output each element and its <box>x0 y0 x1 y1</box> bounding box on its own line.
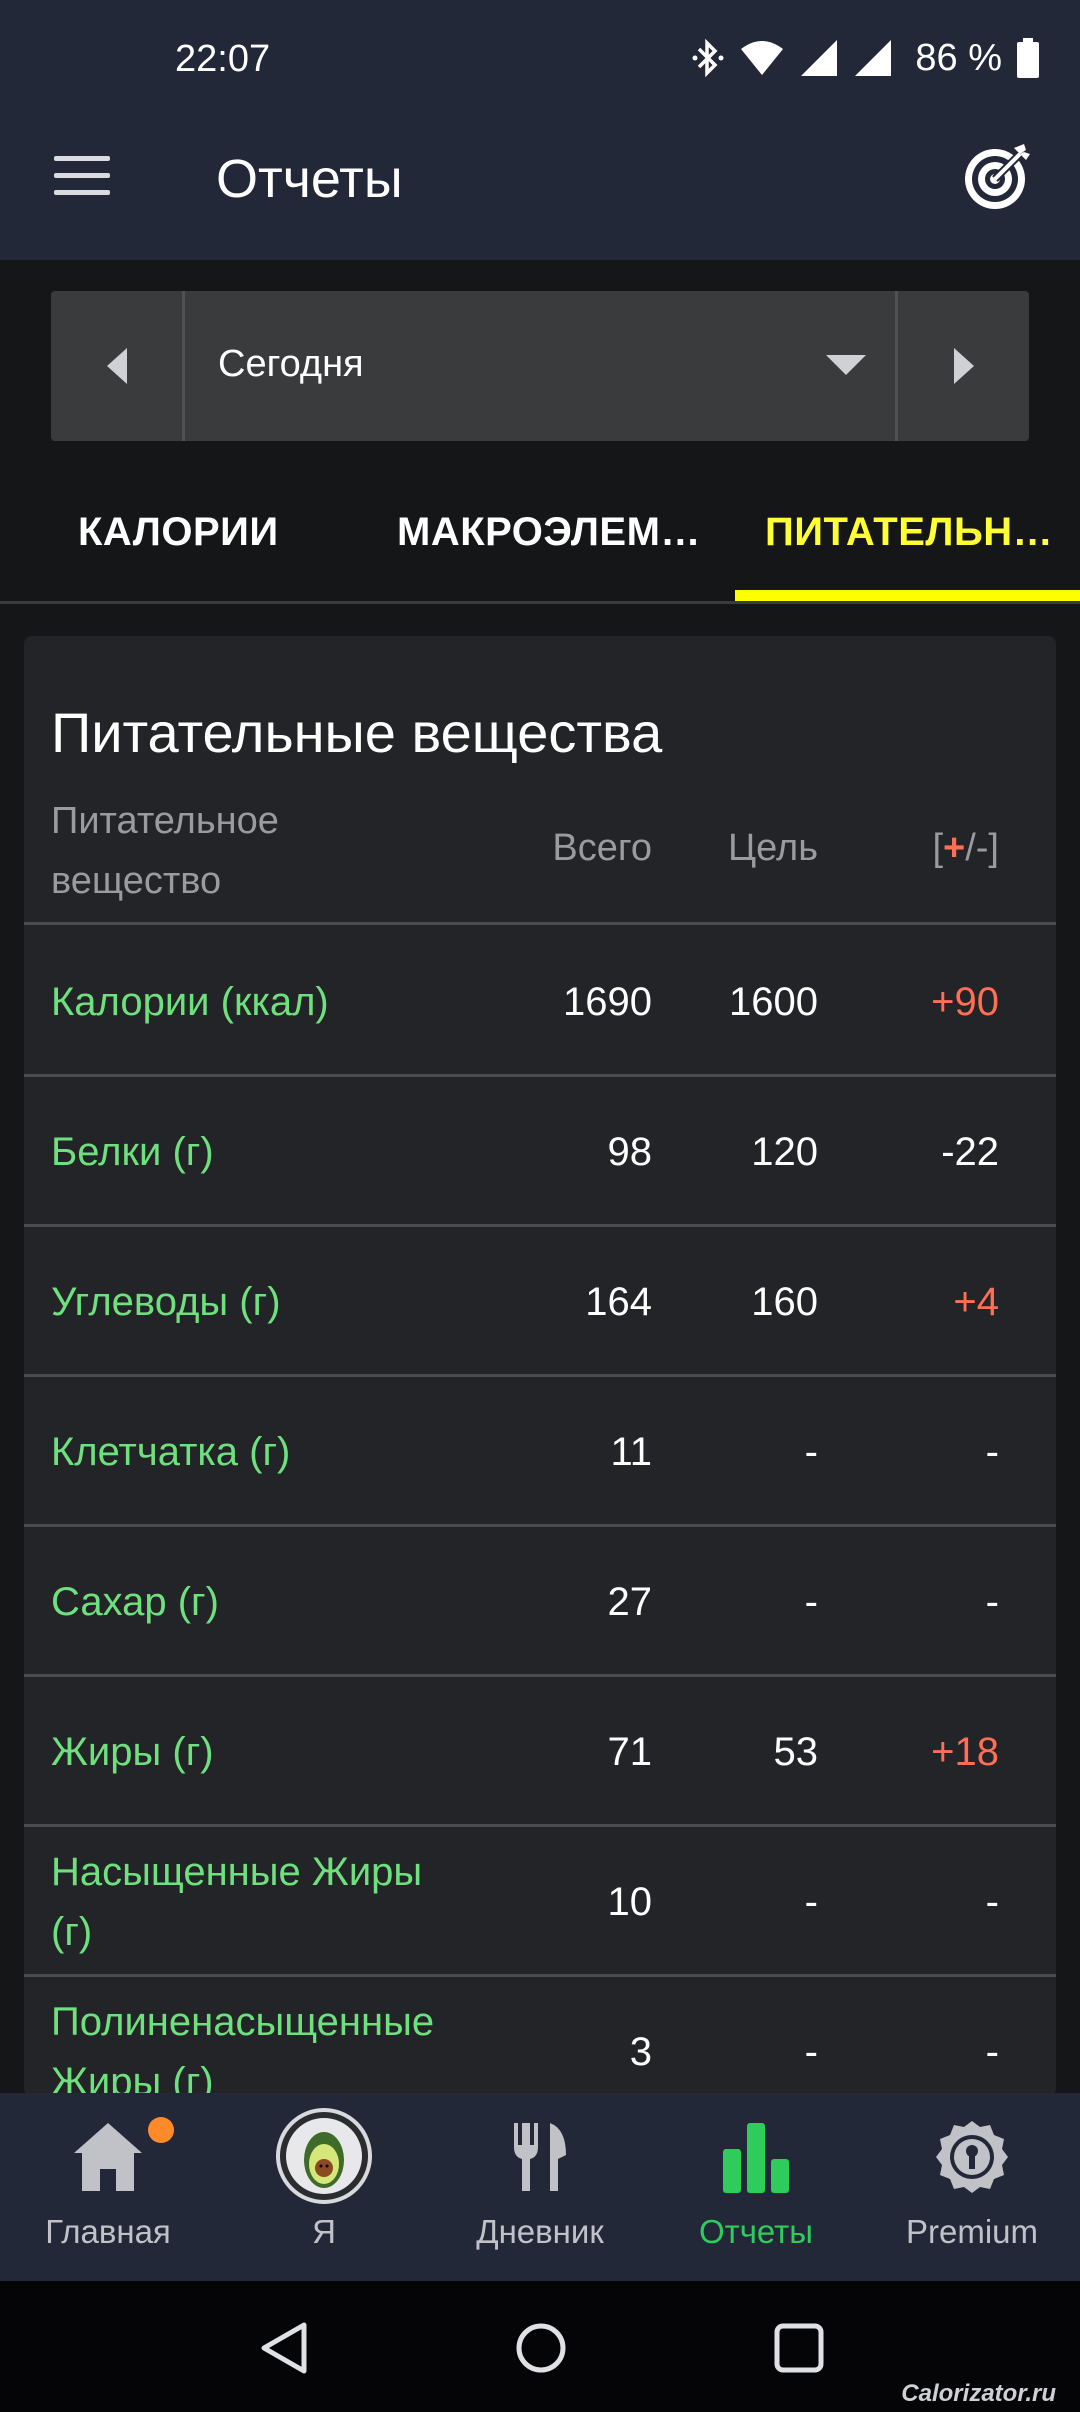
nutrient-name: Клетчатка (г) <box>51 1430 291 1474</box>
status-icons: 86 % <box>691 36 1040 80</box>
nav-item-home[interactable]: Главная <box>0 2093 216 2281</box>
battery-percent: 86 % <box>915 36 1002 79</box>
nutrient-name: Полиненасыщенные Жиры (г) <box>51 2000 435 2096</box>
nutrient-goal: - <box>804 1880 818 1924</box>
chevron-right-icon <box>953 348 974 384</box>
nutrient-goal: - <box>804 1580 818 1624</box>
premium-badge-icon <box>936 2121 1008 2193</box>
nav-label: Я <box>312 2213 336 2250</box>
nutrients-card: Питательные вещества Питательное веществ… <box>24 636 1056 2096</box>
notification-badge <box>148 2117 174 2143</box>
previous-date-button[interactable] <box>51 291 185 441</box>
chevron-down-icon[interactable] <box>826 355 866 375</box>
nutrient-diff: - <box>985 1880 999 1924</box>
table-row: Полиненасыщенные Жиры (г) 3 - - <box>24 1977 1056 2096</box>
nav-label: Главная <box>45 2213 171 2250</box>
nav-label: Дневник <box>476 2213 604 2250</box>
table-row: Белки (г) 98 120 -22 <box>24 1077 1056 1227</box>
bottom-navigation: Главная Я Дневник Отчеты Premium <box>0 2093 1080 2281</box>
next-date-button[interactable] <box>895 291 1029 441</box>
header-diff-open: [ <box>932 827 944 869</box>
target-icon[interactable] <box>962 142 1032 212</box>
nav-item-reports[interactable]: Отчеты <box>648 2093 864 2281</box>
home-icon <box>74 2123 142 2191</box>
table-row: Клетчатка (г) 11 - - <box>24 1377 1056 1527</box>
nutrient-total: 98 <box>607 1130 653 1174</box>
header-goal: Цель <box>728 827 818 869</box>
nutrient-goal: 120 <box>751 1130 818 1174</box>
nutrient-diff: +18 <box>931 1730 999 1774</box>
nutrient-diff: - <box>985 2030 999 2074</box>
card-title: Питательные вещества <box>51 701 663 764</box>
table-row: Углеводы (г) 164 160 +4 <box>24 1227 1056 1377</box>
nutrient-total: 27 <box>607 1580 653 1624</box>
nutrient-total: 3 <box>629 2030 652 2074</box>
nav-item-diary[interactable]: Дневник <box>432 2093 648 2281</box>
header-diff: [+/-] <box>932 827 999 870</box>
header-diff-plus: + <box>943 827 966 869</box>
nutrient-total: 10 <box>607 1880 653 1924</box>
avocado-avatar-icon <box>276 2108 372 2204</box>
nutrient-name: Жиры (г) <box>51 1730 214 1774</box>
table-header: Питательное вещество Всего Цель [+/-] <box>24 791 1056 925</box>
nutrient-diff: +90 <box>931 980 999 1024</box>
table-row: Калории (ккал) 1690 1600 +90 <box>24 927 1056 1077</box>
nutrient-name: Углеводы (г) <box>51 1280 281 1324</box>
nutrient-diff: - <box>985 1430 999 1474</box>
table-row: Жиры (г) 71 53 +18 <box>24 1677 1056 1827</box>
nav-item-premium[interactable]: Premium <box>864 2093 1080 2281</box>
nutrient-total: 71 <box>607 1730 653 1774</box>
nutrient-diff: +4 <box>953 1280 999 1324</box>
report-tabs: КАЛОРИИ МАКРОЭЛЕМ… ПИТАТЕЛЬН… <box>0 470 1080 604</box>
nutrient-name: Сахар (г) <box>51 1580 219 1624</box>
tab-nutrients[interactable]: ПИТАТЕЛЬН… <box>765 510 1053 555</box>
chevron-left-icon <box>106 348 127 384</box>
nutrient-diff: - <box>985 1580 999 1624</box>
bar-chart-icon <box>723 2123 789 2193</box>
wifi-icon <box>741 41 784 75</box>
status-bar: 22:07 86 % <box>0 0 1080 96</box>
nutrient-diff: -22 <box>941 1130 999 1174</box>
nutrient-name: Белки (г) <box>51 1130 214 1174</box>
battery-icon <box>1017 38 1039 78</box>
page-title: Отчеты <box>216 149 403 209</box>
nav-item-me[interactable]: Я <box>216 2093 432 2281</box>
table-row: Сахар (г) 27 - - <box>24 1527 1056 1677</box>
recents-icon[interactable] <box>772 2321 826 2375</box>
nutrient-goal: 160 <box>751 1280 818 1324</box>
header-diff-close: /-] <box>965 827 999 869</box>
nutrient-name: Калории (ккал) <box>51 980 329 1024</box>
nav-label: Отчеты <box>698 2213 814 2250</box>
home-circle-icon[interactable] <box>514 2321 568 2375</box>
active-tab-indicator <box>735 590 1080 601</box>
tab-calories[interactable]: КАЛОРИИ <box>78 510 279 555</box>
signal-icon <box>855 40 892 76</box>
watermark: Calorizator.ru <box>901 2380 1056 2407</box>
table-row: Насыщенные Жиры (г) 10 - - <box>24 1827 1056 1977</box>
nutrient-goal: 1600 <box>729 980 818 1024</box>
tab-macronutrients[interactable]: МАКРОЭЛЕМ… <box>397 510 701 555</box>
menu-icon[interactable] <box>54 154 112 198</box>
fork-knife-icon <box>514 2123 566 2191</box>
header-nutrient: Питательное вещество <box>51 800 279 902</box>
status-time: 22:07 <box>175 38 271 80</box>
nutrient-name: Насыщенные Жиры (г) <box>51 1850 423 1954</box>
nav-label: Premium <box>905 2213 1039 2250</box>
nutrient-goal: 53 <box>773 1730 819 1774</box>
nutrient-total: 11 <box>610 1430 652 1474</box>
bluetooth-icon <box>692 38 724 78</box>
date-range-select[interactable]: Сегодня <box>218 343 364 386</box>
nutrient-goal: - <box>804 2030 818 2074</box>
header-total: Всего <box>552 827 652 869</box>
app-bar: Отчеты <box>0 96 1080 260</box>
nutrient-total: 164 <box>585 1280 652 1324</box>
nutrient-total: 1690 <box>563 980 652 1024</box>
back-icon[interactable] <box>258 2321 310 2375</box>
nutrient-goal: - <box>804 1430 818 1474</box>
signal-icon <box>801 40 838 76</box>
date-selector: Сегодня <box>51 291 1029 441</box>
